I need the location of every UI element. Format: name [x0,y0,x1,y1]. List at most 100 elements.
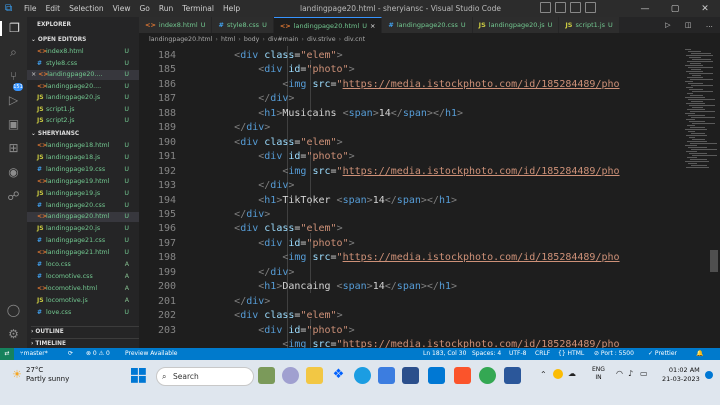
file-item[interactable]: JS landingpage20.js U [27,224,139,234]
breadcrumb-item[interactable]: div.strive [307,36,336,43]
timeline-header[interactable]: › TIMELINE [31,338,139,348]
microsoft-store-icon[interactable] [378,367,395,384]
file-item[interactable]: <>index8.html U [27,47,139,57]
close-tab-icon[interactable]: × [370,22,375,30]
chrome-icon[interactable] [479,367,496,384]
tab-landingpage20-html[interactable]: <> landingpage20.html U × [273,17,383,33]
file-item[interactable]: JS landingpage19.js U [27,189,139,199]
toggle-sidebar-icon[interactable] [540,2,551,13]
cursor-position[interactable]: Ln 183, Col 30 [423,348,466,360]
file-item[interactable]: JS script1.js U [27,105,139,115]
language-indicator[interactable]: ENG IN [592,366,605,382]
file-item[interactable]: <>landingpage21.html U [27,248,139,258]
file-item[interactable]: JS locomotive.js A [27,296,139,306]
source-control-icon[interactable]: ⑂ [6,69,21,84]
remote-indicator-icon[interactable]: ⇄ [0,348,14,360]
breadcrumb-item[interactable]: div#main [268,36,298,43]
menu-item-run[interactable]: Run [159,4,173,13]
file-item[interactable]: <>landingpage20.... U [27,82,139,92]
code-line[interactable]: <div id="photo"> [186,238,354,249]
menu-item-go[interactable]: Go [139,4,149,13]
notifications-icon[interactable]: 🔔 [696,348,703,360]
more-actions-icon[interactable]: … [706,21,713,29]
breadcrumb-item[interactable]: div.cnt [344,36,365,43]
menu-item-selection[interactable]: Selection [69,4,104,13]
volume-icon[interactable]: ♪ [628,369,633,378]
menu-item-help[interactable]: Help [223,4,240,13]
menu-item-edit[interactable]: Edit [46,4,61,13]
file-item[interactable]: # style8.css U [27,59,139,69]
code-line[interactable]: <img src="https://media.istockphoto.com/… [186,166,619,177]
tab-landingpage20-css[interactable]: # landingpage20.css U [382,17,473,33]
editor-scrollbar[interactable] [710,250,718,272]
file-item[interactable]: # landingpage21.css U [27,236,139,246]
remote-explorer-icon[interactable]: ▣ [6,117,21,132]
open-editors-header[interactable]: ⌄ OPEN EDITORS [31,35,139,45]
live-server-port[interactable]: ⊘ Port : 5500 [594,348,634,360]
minimize-button[interactable]: — [630,0,660,17]
brave-icon[interactable] [454,367,471,384]
menu-item-terminal[interactable]: Terminal [182,4,214,13]
split-editor-icon[interactable]: ◫ [685,21,692,29]
weather-widget[interactable]: ☀ 27°C Partly sunny [12,366,69,384]
file-item[interactable]: <>landingpage19.html U [27,177,139,187]
code-line[interactable]: <h1>TikToker <span>14</span></h1> [186,195,457,206]
breadcrumb-item[interactable]: body [244,36,260,43]
code-line[interactable]: </div> [186,122,270,133]
clock[interactable]: 01:02 AM 21-03-2023 [662,366,700,384]
github-icon[interactable]: ◉ [6,165,21,180]
tray-app-icon[interactable] [553,369,563,379]
tray-overflow-icon[interactable]: ⌃ [540,370,547,379]
code-line[interactable]: <div id="photo"> [186,151,354,162]
windows-start-icon[interactable] [131,368,148,385]
code-line[interactable]: </div> [186,180,294,191]
code-line[interactable]: <img src="https://media.istockphoto.com/… [186,339,619,348]
code-line[interactable]: <div id="photo"> [186,64,354,75]
outline-header[interactable]: › OUTLINE [31,326,139,336]
file-item[interactable]: JS landingpage18.js U [27,153,139,163]
prettier-status[interactable]: ✓ Prettier [648,348,677,360]
problems-indicator[interactable]: ⊗ 0 ⚠ 0 [86,348,110,360]
branch-indicator[interactable]: ⑂ master* [20,348,48,360]
taskbar-search[interactable]: ⌕ Search [156,367,254,386]
app-icon[interactable] [402,367,419,384]
toggle-panel-icon[interactable] [555,2,566,13]
manage-gear-icon[interactable]: ⚙ [6,327,21,342]
run-debug-icon[interactable]: ▷ [6,93,21,108]
vscode-taskbar-icon[interactable] [428,367,445,384]
notification-badge[interactable] [705,371,713,379]
landscape-widget-icon[interactable] [258,367,275,384]
project-header[interactable]: ⌄ SHERYIANSC [31,129,139,139]
tab-index8-html[interactable]: <> index8.html U [139,17,213,33]
indentation[interactable]: Spaces: 4 [472,348,501,360]
code-line[interactable]: <img src="https://media.istockphoto.com/… [186,79,619,90]
code-line[interactable]: <img src="https://media.istockphoto.com/… [186,252,619,263]
breadcrumb-item[interactable]: landingpage20.html [149,36,212,43]
code-line[interactable]: <div class="elem"> [186,50,342,61]
sync-icon[interactable]: ⟳ [68,348,73,360]
extensions-icon[interactable]: ⊞ [6,141,21,156]
file-item[interactable]: JS script2.js U [27,116,139,126]
file-item[interactable]: <>landingpage20.html U [27,212,139,223]
menu-item-view[interactable]: View [113,4,131,13]
customize-layout-icon[interactable] [585,2,596,13]
code-line[interactable]: <div class="elem"> [186,223,342,234]
run-icon[interactable]: ▷ [665,21,670,29]
file-item[interactable]: # landingpage19.css U [27,165,139,175]
tray-cloud-icon[interactable]: ☁ [568,369,576,378]
battery-icon[interactable]: ▭ [640,369,648,378]
code-line[interactable]: </div> [186,209,270,220]
code-editor[interactable]: 184 <div class="elem"> 185 <div id="photo… [139,46,681,348]
close-button[interactable]: ✕ [690,0,720,17]
edge-icon[interactable] [354,367,371,384]
explorer-icon[interactable]: ❐ [0,21,27,36]
encoding[interactable]: UTF-8 [509,348,527,360]
tab-script1-js[interactable]: JS script1.js U [559,17,620,33]
code-line[interactable]: <div id="photo"> [186,325,354,336]
account-icon[interactable]: ◯ [6,303,21,318]
file-item[interactable]: # love.css U [27,308,139,318]
close-editor-icon[interactable]: × [31,71,38,78]
file-item[interactable]: × <>landingpage20.... U [27,70,139,80]
code-line[interactable]: <h1>Musicains <span>14</span></h1> [186,108,463,119]
code-line[interactable]: </div> [186,267,294,278]
